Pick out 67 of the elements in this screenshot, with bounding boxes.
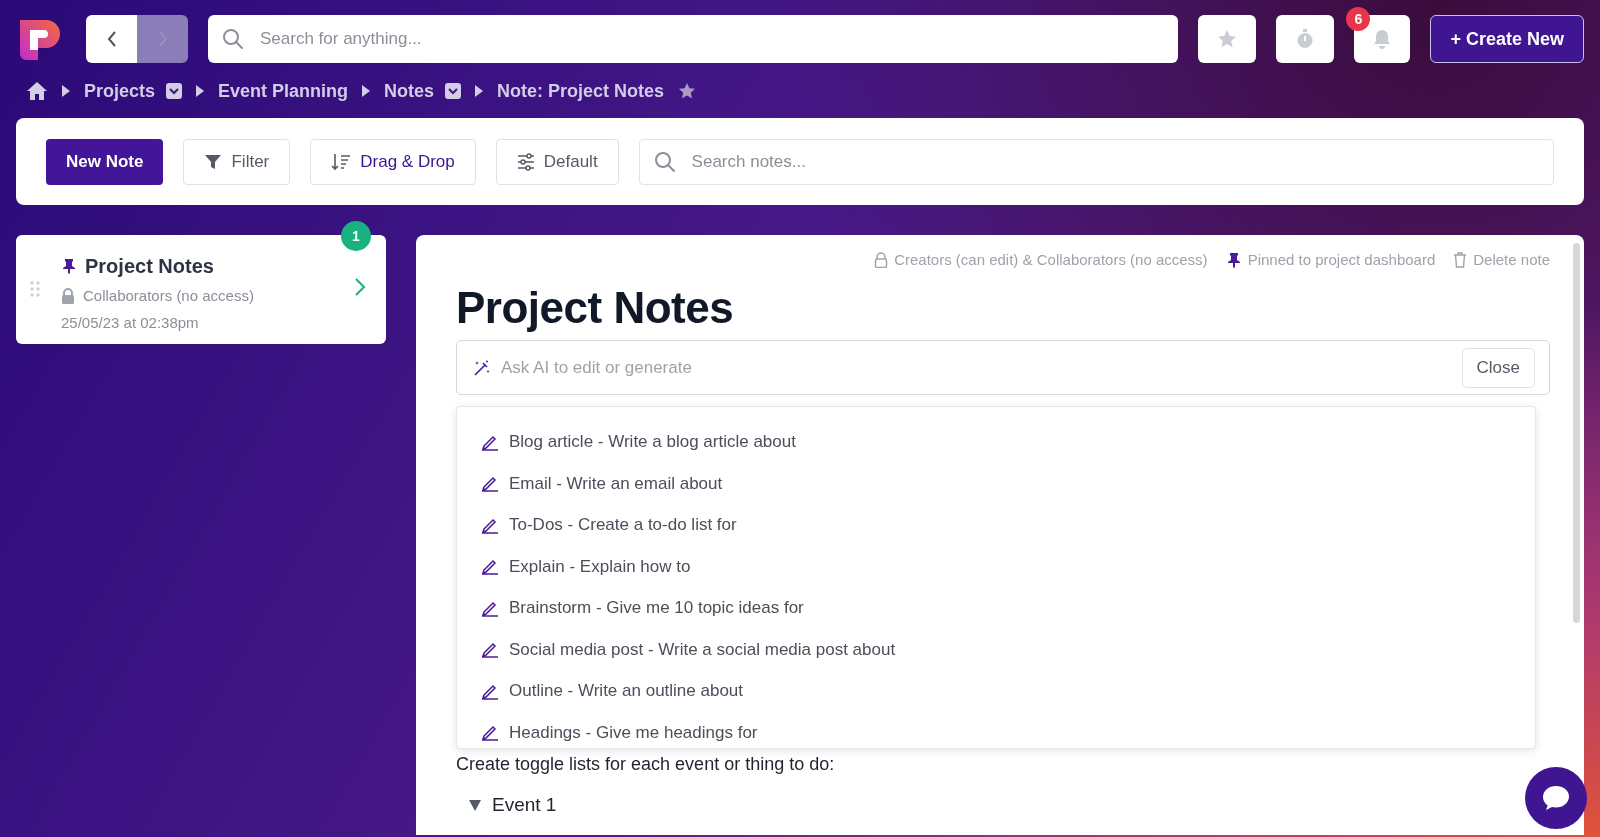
- pencil-icon: [481, 640, 499, 659]
- pencil-icon: [481, 557, 499, 576]
- notification-count: 6: [1346, 7, 1371, 31]
- caret-right-icon: [196, 85, 205, 97]
- breadcrumb-link[interactable]: Projects: [84, 77, 156, 105]
- favorites-button[interactable]: [1198, 15, 1257, 63]
- new-note-button[interactable]: New Note: [46, 138, 164, 185]
- breadcrumb-link[interactable]: Event Planning: [218, 77, 349, 105]
- suggestion-item[interactable]: Social media post - Write a social media post about: [481, 628, 1511, 670]
- lock-icon: [61, 288, 75, 305]
- chevron-right-icon: [354, 277, 366, 297]
- sort-button[interactable]: Drag & Drop: [310, 138, 476, 185]
- timer-button[interactable]: [1276, 15, 1335, 63]
- suggestion-item[interactable]: Explain - Explain how to: [481, 545, 1511, 587]
- chevron-left-icon: [106, 31, 117, 47]
- caret-right-icon: [475, 85, 484, 97]
- toggle-label: Event 1: [492, 793, 557, 817]
- suggestion-item[interactable]: To-Dos - Create a to-do list for: [481, 504, 1511, 546]
- caret-down-icon[interactable]: [468, 798, 482, 813]
- ai-prompt-bar[interactable]: Ask AI to edit or generate Close: [456, 340, 1550, 396]
- dropdown-icon[interactable]: [166, 83, 183, 99]
- view-button[interactable]: Default: [495, 138, 619, 185]
- back-button[interactable]: [86, 15, 137, 63]
- suggestion-item[interactable]: Blog article - Write a blog article about: [481, 421, 1511, 463]
- stopwatch-icon: [1296, 29, 1315, 49]
- magic-wand-icon: [473, 358, 491, 377]
- filter-icon: [204, 152, 223, 171]
- search-icon: [653, 150, 676, 173]
- trash-icon: [1453, 252, 1468, 269]
- count-badge: 1: [341, 221, 371, 251]
- notes-search-bar[interactable]: Search notes...: [638, 138, 1554, 185]
- star-icon: [1217, 29, 1238, 49]
- pencil-icon: [481, 723, 499, 742]
- dropdown-icon[interactable]: [445, 83, 462, 99]
- create-new-button[interactable]: + Create New: [1430, 15, 1584, 63]
- filter-button[interactable]: Filter: [183, 138, 291, 185]
- note-title: Project Notes: [85, 254, 214, 279]
- sort-icon: [331, 152, 352, 171]
- note-heading: Project Notes: [456, 281, 735, 334]
- access-label: Collaborators (no access): [83, 286, 254, 306]
- notes-search-field[interactable]: Search notes...: [689, 147, 1539, 176]
- sliders-icon: [516, 152, 535, 171]
- close-button[interactable]: Close: [1461, 347, 1535, 388]
- body-text: Create toggle lists for each event or thing to do:: [456, 753, 835, 776]
- caret-right-icon: [62, 85, 70, 97]
- suggestion-item[interactable]: Headings - Give me headings for: [481, 711, 1511, 753]
- drag-handle-icon: [30, 281, 40, 297]
- suggestion-item[interactable]: Outline - Write an outline about: [481, 670, 1511, 712]
- ai-prompt-field[interactable]: Ask AI to edit or generate: [499, 354, 1454, 382]
- caret-right-icon: [362, 85, 371, 97]
- search-bar[interactable]: Search for anything...: [208, 15, 1179, 63]
- search-field[interactable]: Search for anything...: [258, 25, 1165, 53]
- bell-icon: [1373, 29, 1392, 49]
- note-date: 25/05/23 at 02:38pm: [61, 312, 200, 333]
- suggestion-item[interactable]: Email - Write an email about: [481, 462, 1511, 504]
- star-icon: [678, 82, 697, 100]
- scrollbar[interactable]: [1573, 243, 1580, 623]
- breadcrumb-link[interactable]: Note: Project Notes: [497, 77, 665, 105]
- home-icon: [26, 81, 48, 101]
- chat-icon: [1541, 784, 1571, 812]
- lock-icon: [874, 252, 889, 269]
- pencil-icon: [481, 474, 499, 493]
- suggestion-item[interactable]: Brainstorm - Give me 10 topic ideas for: [481, 587, 1511, 629]
- breadcrumb-link[interactable]: Notes: [384, 77, 435, 105]
- search-icon: [222, 28, 244, 50]
- pin-icon: [1225, 252, 1242, 269]
- notifications-button[interactable]: [1354, 15, 1411, 63]
